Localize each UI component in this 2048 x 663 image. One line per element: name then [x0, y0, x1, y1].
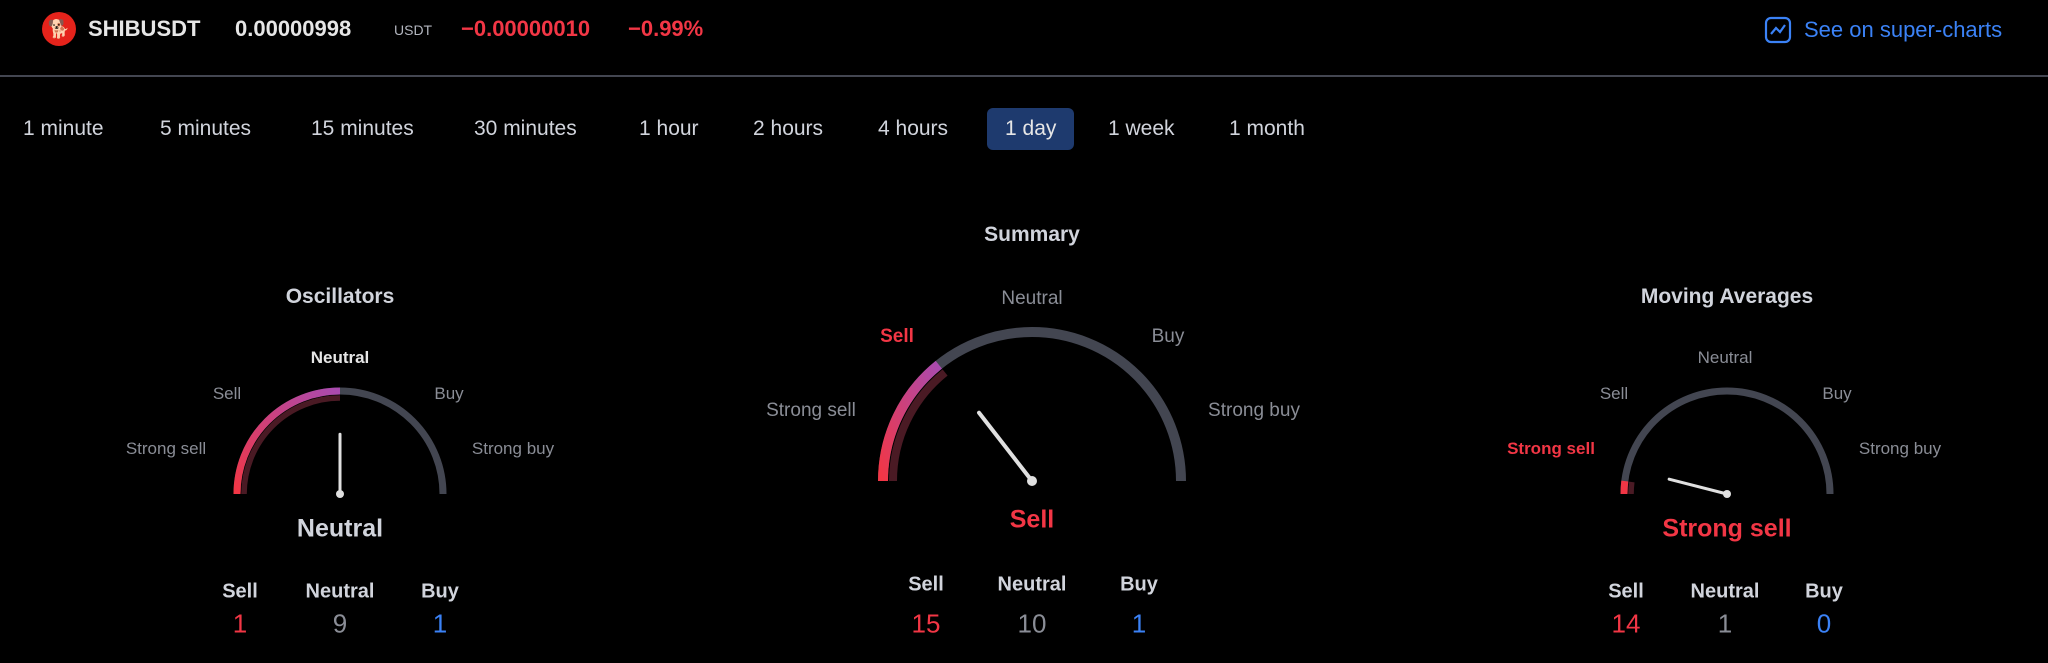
scale-label-strong-buy: Strong buy — [1858, 439, 1942, 458]
scale-label-strong-buy: Strong buy — [471, 439, 555, 458]
count-value-buy: 1 — [432, 608, 448, 639]
gauge-result: Neutral — [296, 514, 384, 543]
scale-label-buy: Buy — [434, 384, 464, 403]
count-value-sell: 14 — [1611, 608, 1641, 639]
gauge-fill — [233, 387, 341, 495]
scale-label-buy: Buy — [1822, 384, 1852, 403]
gauge-fill-shadow — [1628, 481, 1635, 495]
count-label-neutral: Neutral — [997, 573, 1067, 596]
gauge-needle-pivot — [1027, 476, 1037, 486]
count-label-buy: Buy — [1805, 580, 1843, 603]
scale-label-neutral: Neutral — [1697, 348, 1753, 367]
scale-label-strong-buy: Strong buy — [1208, 400, 1300, 421]
count-label-neutral: Neutral — [305, 580, 375, 603]
gauges — [233, 327, 1834, 498]
count-value-neutral: 1 — [1717, 608, 1733, 639]
gauge-title: Summary — [984, 223, 1080, 246]
scale-label-strong-sell: Strong sell — [1507, 439, 1595, 458]
gauge-result: Strong sell — [1662, 514, 1792, 543]
gauge-fill — [1620, 480, 1629, 495]
count-label-buy: Buy — [1120, 573, 1158, 596]
count-value-neutral: 9 — [332, 608, 348, 639]
count-label-buy: Buy — [421, 580, 459, 603]
scale-label-buy: Buy — [1151, 326, 1185, 347]
scale-label-sell: Sell — [1599, 384, 1629, 403]
gauge-needle — [977, 410, 1034, 483]
count-value-buy: 1 — [1131, 608, 1147, 639]
scale-label-strong-sell: Strong sell — [766, 400, 856, 421]
gauge-title: Oscillators — [285, 285, 395, 308]
scale-label-neutral: Neutral — [1001, 288, 1063, 309]
count-label-sell: Sell — [908, 573, 944, 596]
scale-label-sell: Sell — [212, 384, 242, 403]
count-label-sell: Sell — [222, 580, 258, 603]
count-label-sell: Sell — [1608, 580, 1644, 603]
scale-label-sell: Sell — [880, 326, 914, 347]
count-value-sell: 15 — [911, 608, 941, 639]
gauge-track — [878, 327, 1186, 482]
gauge-track — [1620, 387, 1834, 495]
gauge-needle — [1667, 477, 1729, 496]
scale-label-strong-sell: Strong sell — [125, 439, 207, 458]
count-value-buy: 0 — [1816, 608, 1832, 639]
gauge-fill-shadow — [241, 395, 341, 495]
gauge-needle-pivot — [1723, 490, 1731, 498]
gauge-needle-pivot — [336, 490, 344, 498]
count-value-neutral: 10 — [1017, 608, 1047, 639]
scale-label-neutral: Neutral — [310, 348, 370, 367]
count-label-neutral: Neutral — [1690, 580, 1760, 603]
gauge-result: Sell — [1009, 505, 1055, 534]
count-value-sell: 1 — [232, 608, 248, 639]
gauge-title: Moving Averages — [1640, 285, 1814, 308]
